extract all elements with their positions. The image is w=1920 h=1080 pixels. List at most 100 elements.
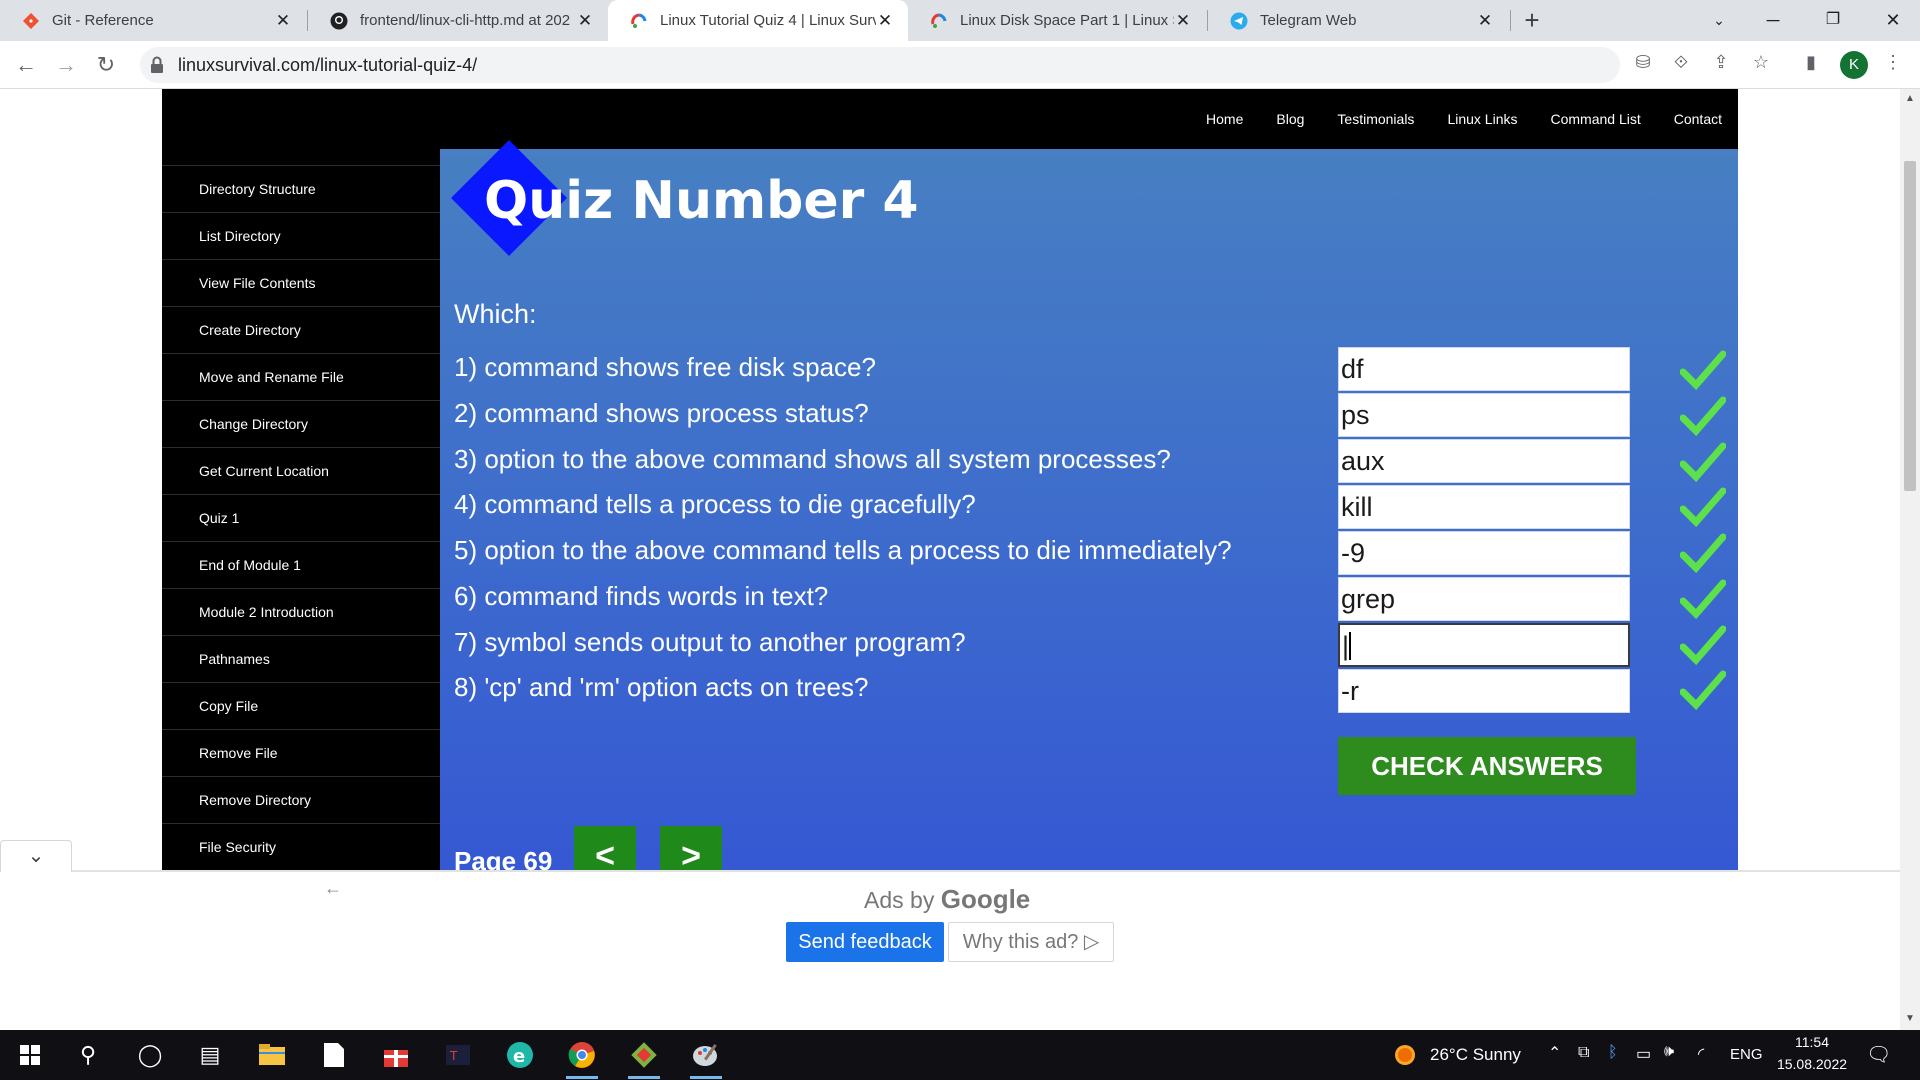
sidebar-item-view-file-contents[interactable]: View File Contents: [162, 259, 440, 306]
answer-input-8[interactable]: -r: [1338, 669, 1630, 713]
nav-testimonials[interactable]: Testimonials: [1337, 111, 1414, 127]
cortana-icon[interactable]: ◯: [126, 1036, 174, 1074]
scrollbar-thumb[interactable]: [1904, 161, 1916, 491]
tab-linux-quiz[interactable]: Linux Tutorial Quiz 4 | Linux Survi ✕: [608, 0, 908, 41]
sidebar-item-directory-structure[interactable]: Directory Structure: [162, 165, 440, 212]
send-feedback-button[interactable]: Send feedback: [786, 922, 944, 962]
weather-text[interactable]: 26°C Sunny: [1430, 1045, 1521, 1065]
profile-avatar[interactable]: K: [1840, 51, 1868, 79]
sidebar-item-copy-file[interactable]: Copy File: [162, 682, 440, 729]
sidebar-item-file-security[interactable]: File Security: [162, 823, 440, 870]
volume-icon[interactable]: 🕪: [1664, 1043, 1674, 1061]
sidebar-item-change-directory[interactable]: Change Directory: [162, 400, 440, 447]
nav-blog[interactable]: Blog: [1276, 111, 1304, 127]
google-wordmark: Google: [940, 884, 1031, 914]
sidebar-item-module-2-introduction[interactable]: Module 2 Introduction: [162, 588, 440, 635]
clock-date[interactable]: 15.08.2022: [1772, 1056, 1852, 1072]
nav-command-list[interactable]: Command List: [1550, 111, 1640, 127]
sidebar-item-get-current-location[interactable]: Get Current Location: [162, 447, 440, 494]
why-this-ad-button[interactable]: Why this ad? ▷: [948, 922, 1114, 962]
language-indicator[interactable]: ENG: [1730, 1046, 1763, 1063]
nav-home[interactable]: Home: [1206, 111, 1243, 127]
question-2: 2) command shows process status?: [454, 398, 869, 428]
notifications-icon[interactable]: 🗨: [1866, 1042, 1891, 1067]
sidebar-item-end-of-module-1[interactable]: End of Module 1: [162, 541, 440, 588]
git-icon: [22, 12, 40, 30]
answer-input-3[interactable]: aux: [1338, 439, 1630, 483]
reload-icon[interactable]: ↻: [90, 49, 122, 81]
close-icon[interactable]: ✕: [576, 11, 594, 31]
answer-input-5[interactable]: -9: [1338, 531, 1630, 575]
quiz-panel: Quiz Number 4 Which: 1) command shows fr…: [440, 140, 1738, 886]
answer-input-1[interactable]: df: [1338, 347, 1630, 391]
minimize-icon[interactable]: ─: [1750, 0, 1796, 41]
tab-github[interactable]: frontend/linux-cli-http.md at 202 ✕: [308, 0, 608, 41]
extension-icon[interactable]: ⛁: [1630, 49, 1656, 75]
sidebar: Directory Structure List Directory View …: [162, 165, 440, 870]
file-explorer-icon[interactable]: [248, 1036, 296, 1074]
chrome-icon[interactable]: [558, 1036, 606, 1079]
scroll-up-arrow-icon[interactable]: ▲: [1905, 93, 1915, 104]
forward-icon[interactable]: →: [50, 49, 82, 81]
bluetooth-icon[interactable]: ᛒ: [1608, 1044, 1618, 1062]
paint-app-icon[interactable]: [682, 1036, 730, 1079]
sidebar-item-create-directory[interactable]: Create Directory: [162, 306, 440, 353]
browser-toolbar: ← → ↻ linuxsurvival.com/linux-tutorial-q…: [0, 41, 1920, 89]
terminal-app-icon[interactable]: T: [434, 1036, 482, 1074]
collapse-ad-chevron-icon[interactable]: ⌄: [0, 840, 72, 872]
tray-chevron-up-icon[interactable]: ⌃: [1548, 1043, 1561, 1063]
tab-linux-disk-space[interactable]: Linux Disk Space Part 1 | Linux Su ✕: [908, 0, 1206, 41]
close-icon[interactable]: ✕: [274, 11, 292, 31]
translate-icon[interactable]: ⟐: [1668, 49, 1694, 75]
menu-kebab-icon[interactable]: ⋮: [1880, 49, 1906, 75]
lock-icon: [150, 56, 164, 74]
page-scrollbar[interactable]: ▲ ▼: [1900, 89, 1920, 1030]
answer-input-6[interactable]: grep: [1338, 577, 1630, 621]
sidebar-item-remove-file[interactable]: Remove File: [162, 729, 440, 776]
answer-input-7[interactable]: |: [1338, 623, 1630, 667]
battery-icon[interactable]: ▭: [1636, 1044, 1651, 1064]
windows-taskbar: ⚲ ◯ ▤ T e 26°C Sunny ⌃ ⧉ ᛒ ▭ 🕪 ◜ ENG 11:…: [0, 1030, 1920, 1080]
tab-git-reference[interactable]: Git - Reference ✕: [0, 0, 306, 41]
close-icon[interactable]: ✕: [1174, 11, 1192, 31]
answer-input-2[interactable]: ps: [1338, 393, 1630, 437]
scroll-down-arrow-icon[interactable]: ▼: [1905, 1013, 1915, 1024]
wifi-icon[interactable]: ◜: [1698, 1044, 1704, 1064]
nav-linux-links[interactable]: Linux Links: [1447, 111, 1517, 127]
question-7: 7) symbol sends output to another progra…: [454, 627, 966, 657]
weather-sun-icon[interactable]: [1390, 1036, 1420, 1074]
clock-time[interactable]: 11:54: [1772, 1034, 1852, 1050]
answer-input-7-value: |: [1342, 631, 1350, 661]
gift-app-icon[interactable]: [372, 1036, 420, 1074]
sidebar-item-remove-directory[interactable]: Remove Directory: [162, 776, 440, 823]
meet-now-icon[interactable]: ⧉: [1578, 1044, 1589, 1062]
document-icon[interactable]: [310, 1036, 358, 1074]
new-tab-button[interactable]: +: [1518, 6, 1546, 34]
windows-start-icon[interactable]: [6, 1036, 54, 1074]
ads-by-google-label: Ads by Google: [864, 884, 1030, 915]
share-icon[interactable]: ⇪: [1708, 49, 1734, 75]
sidebar-item-quiz-1[interactable]: Quiz 1: [162, 494, 440, 541]
sidebar-item-pathnames[interactable]: Pathnames: [162, 635, 440, 682]
search-icon[interactable]: ⚲: [64, 1036, 112, 1074]
back-icon[interactable]: ←: [10, 49, 42, 81]
sidebar-item-move-rename-file[interactable]: Move and Rename File: [162, 353, 440, 400]
edge-browser-icon[interactable]: e: [496, 1036, 544, 1074]
ad-back-arrow-icon[interactable]: ←: [324, 878, 342, 899]
address-bar[interactable]: linuxsurvival.com/linux-tutorial-quiz-4/: [140, 47, 1620, 83]
top-nav: Home Blog Testimonials Linux Links Comma…: [1173, 111, 1722, 127]
side-panel-icon[interactable]: ▮: [1798, 49, 1824, 75]
check-answers-button[interactable]: CHECK ANSWERS: [1338, 737, 1636, 795]
restore-icon[interactable]: ❐: [1810, 0, 1856, 41]
bookmark-star-icon[interactable]: ☆: [1748, 49, 1774, 75]
close-window-icon[interactable]: ✕: [1870, 0, 1916, 41]
task-view-icon[interactable]: ▤: [186, 1036, 234, 1074]
close-icon[interactable]: ✕: [876, 11, 894, 31]
tab-telegram[interactable]: Telegram Web ✕: [1208, 0, 1508, 41]
tab-search-chevron-icon[interactable]: ⌄: [1696, 0, 1742, 41]
answer-input-4[interactable]: kill: [1338, 485, 1630, 529]
git-gui-icon[interactable]: [620, 1036, 668, 1079]
sidebar-item-list-directory[interactable]: List Directory: [162, 212, 440, 259]
close-icon[interactable]: ✕: [1476, 11, 1494, 31]
nav-contact[interactable]: Contact: [1674, 111, 1722, 127]
